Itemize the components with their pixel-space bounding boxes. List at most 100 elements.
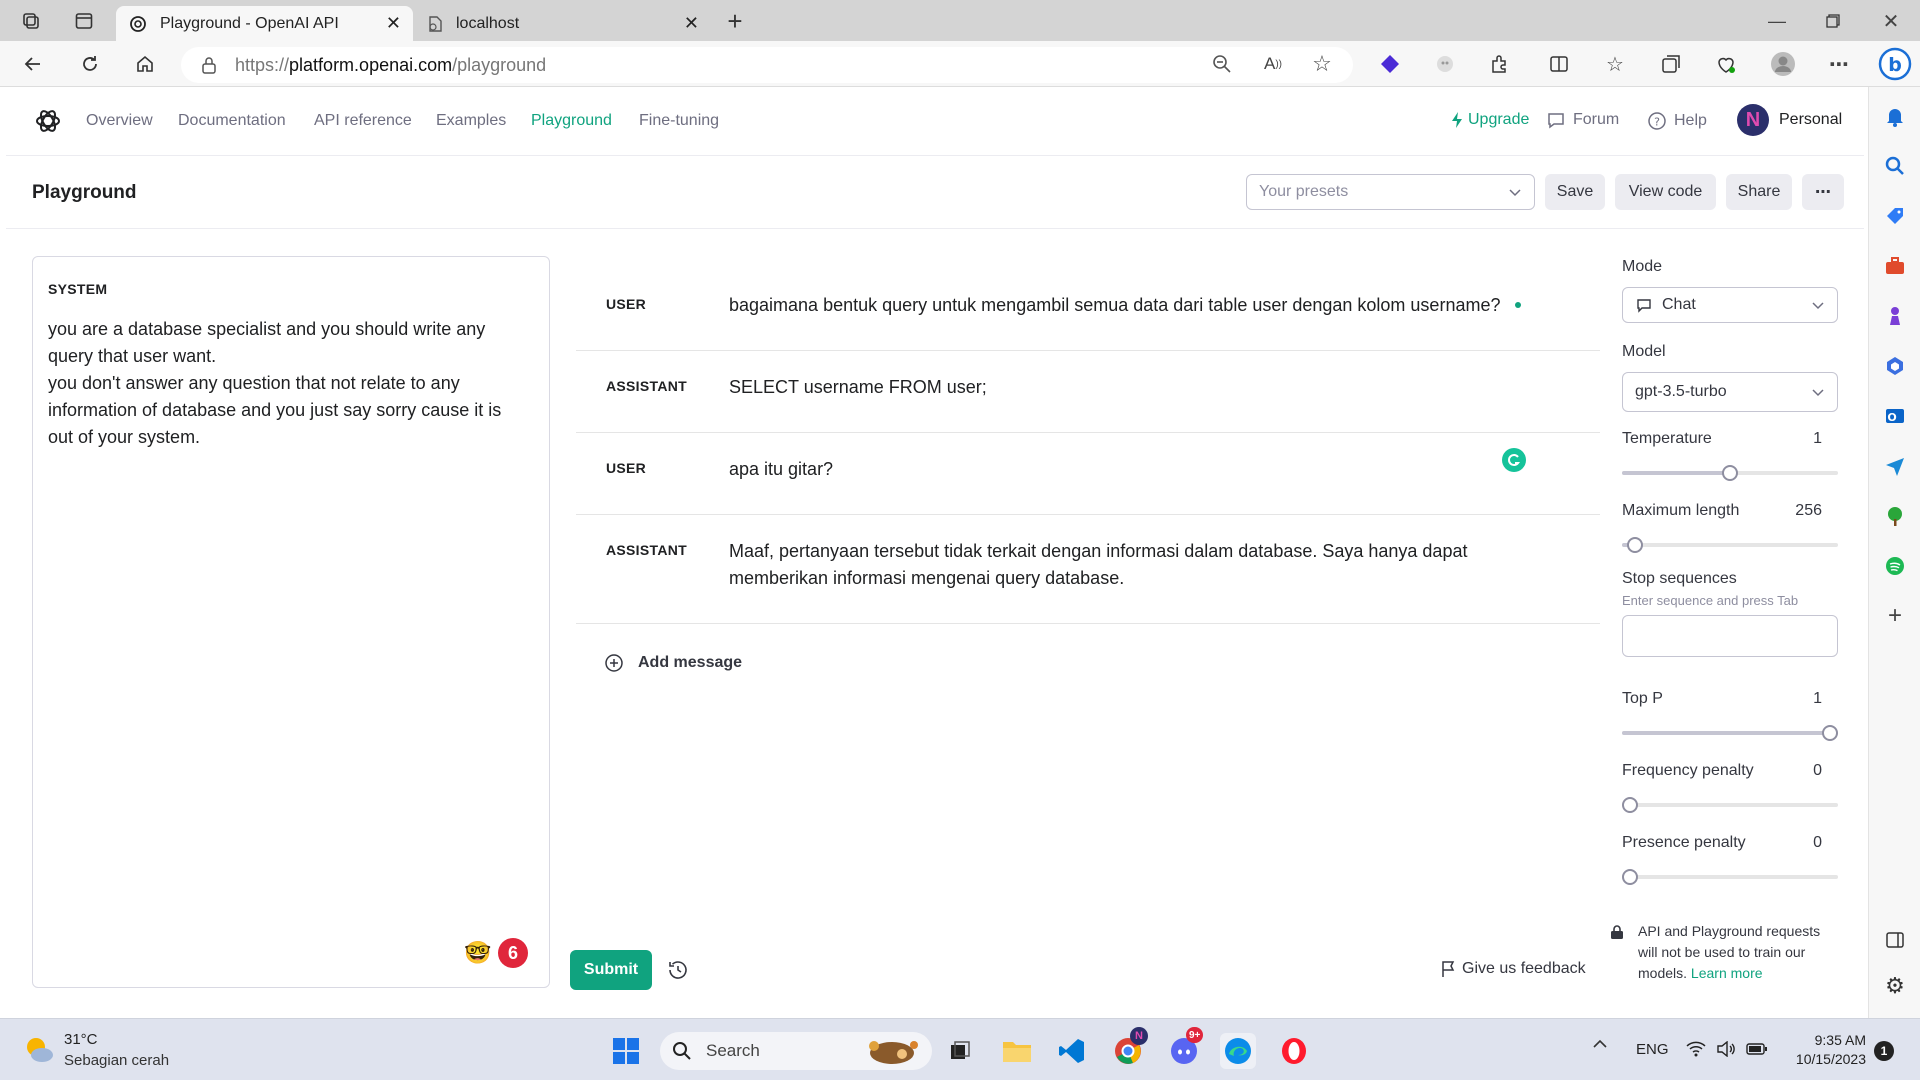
windows-start-icon[interactable] <box>608 1033 644 1069</box>
add-sidebar-app-icon[interactable]: + <box>1882 602 1908 629</box>
clock[interactable]: 9:35 AM 10/15/2023 <box>1780 1031 1866 1069</box>
task-view-icon[interactable] <box>942 1033 978 1069</box>
max-length-slider[interactable] <box>1622 537 1838 553</box>
shopping-tag-icon[interactable] <box>1882 203 1908 229</box>
send-plane-icon[interactable] <box>1882 453 1908 479</box>
notifications-bell-icon[interactable] <box>1882 103 1908 129</box>
save-button[interactable]: Save <box>1545 174 1605 210</box>
settings-gear-icon[interactable]: ⚙ <box>1882 973 1908 999</box>
workspaces-icon[interactable] <box>18 8 44 34</box>
favorites-icon[interactable]: ☆ <box>1600 49 1630 79</box>
temperature-slider[interactable] <box>1622 465 1838 481</box>
nerd-emoji-icon[interactable]: 🤓 <box>464 940 492 968</box>
message-text[interactable]: SELECT username FROM user; <box>729 374 1539 401</box>
close-tab-icon[interactable]: ✕ <box>684 13 699 34</box>
extension-purple-icon[interactable] <box>1375 49 1405 79</box>
weather-sun-icon[interactable] <box>22 1033 56 1067</box>
discord-icon[interactable]: 9+ <box>1166 1027 1204 1069</box>
taskbar-search[interactable]: Search <box>660 1032 932 1070</box>
url-field[interactable]: https://platform.openai.com/playground <box>181 47 1353 83</box>
slider-knob[interactable] <box>1626 537 1643 553</box>
message-role[interactable]: ASSISTANT <box>606 542 687 558</box>
model-select[interactable]: gpt-3.5-turbo <box>1622 372 1838 412</box>
message-role[interactable]: USER <box>606 460 646 476</box>
refresh-icon[interactable] <box>75 49 105 79</box>
tab-localhost[interactable]: localhost ✕ <box>414 6 711 41</box>
mode-select[interactable]: Chat <box>1622 287 1838 323</box>
back-icon[interactable] <box>18 49 48 79</box>
nav-api-reference[interactable]: API reference <box>314 112 412 130</box>
presence-penalty-slider[interactable] <box>1622 869 1838 885</box>
opera-icon[interactable] <box>1276 1033 1312 1069</box>
top-p-slider[interactable] <box>1622 725 1838 741</box>
minimize-icon[interactable]: — <box>1762 6 1792 36</box>
profile-avatar-icon[interactable] <box>1768 49 1798 79</box>
search-icon[interactable] <box>1882 153 1908 179</box>
system-message[interactable]: you are a database specialist and you sh… <box>48 316 538 451</box>
collections-icon[interactable] <box>1656 49 1686 79</box>
spotify-icon[interactable] <box>1882 553 1908 579</box>
split-screen-icon[interactable] <box>1544 49 1574 79</box>
nav-overview[interactable]: Overview <box>86 112 153 130</box>
language-indicator[interactable]: ENG <box>1636 1041 1669 1058</box>
weather-temp[interactable]: 31°C <box>64 1031 98 1048</box>
close-tab-icon[interactable]: ✕ <box>386 13 401 34</box>
grammar-badge[interactable]: 6 <box>498 938 528 968</box>
slider-knob[interactable] <box>1822 725 1838 741</box>
outlook-icon[interactable]: O <box>1882 403 1908 429</box>
extension-ghost-icon[interactable] <box>1430 49 1460 79</box>
edge-icon[interactable] <box>1220 1033 1256 1069</box>
openai-logo-icon[interactable] <box>32 105 64 137</box>
games-chess-icon[interactable] <box>1882 303 1908 329</box>
message-role[interactable]: USER <box>606 296 646 312</box>
tab-playground[interactable]: Playground - OpenAI API ✕ <box>116 6 413 41</box>
nav-playground[interactable]: Playground <box>531 112 612 130</box>
message-role[interactable]: ASSISTANT <box>606 378 687 394</box>
slider-knob[interactable] <box>1622 797 1638 813</box>
presets-select[interactable]: Your presets <box>1246 174 1535 210</box>
tree-icon[interactable] <box>1882 503 1908 529</box>
system-panel[interactable]: SYSTEM you are a database specialist and… <box>32 256 550 988</box>
message-text[interactable]: Maaf, pertanyaan tersebut tidak terkait … <box>729 538 1539 592</box>
extensions-puzzle-icon[interactable] <box>1485 49 1515 79</box>
history-icon[interactable] <box>666 958 690 982</box>
home-icon[interactable] <box>130 49 160 79</box>
slider-knob[interactable] <box>1722 465 1738 481</box>
message-text[interactable]: bagaimana bentuk query untuk mengambil s… <box>729 292 1539 319</box>
show-hidden-icons-chevron-icon[interactable] <box>1592 1039 1608 1049</box>
vscode-icon[interactable] <box>1054 1033 1090 1069</box>
slider-knob[interactable] <box>1622 869 1638 885</box>
favorite-star-icon[interactable]: ☆ <box>1308 50 1336 78</box>
view-code-button[interactable]: View code <box>1615 174 1716 210</box>
tools-briefcase-icon[interactable] <box>1882 253 1908 279</box>
frequency-penalty-slider[interactable] <box>1622 797 1838 813</box>
add-message-button[interactable]: Add message <box>604 653 742 673</box>
tab-actions-icon[interactable] <box>71 8 97 34</box>
close-window-icon[interactable]: ✕ <box>1876 6 1906 36</box>
system-tray[interactable] <box>1686 1041 1768 1057</box>
read-aloud-icon[interactable]: A)) <box>1259 50 1287 78</box>
stop-sequences-input[interactable] <box>1622 615 1838 657</box>
zoom-icon[interactable] <box>1208 50 1236 78</box>
account-menu[interactable]: N Personal <box>1737 104 1842 136</box>
forum-link[interactable]: Forum <box>1546 111 1619 129</box>
more-options-button[interactable]: ⋯ <box>1802 174 1844 210</box>
browser-essentials-icon[interactable] <box>1711 49 1741 79</box>
microsoft-365-icon[interactable] <box>1882 353 1908 379</box>
nav-examples[interactable]: Examples <box>436 112 506 130</box>
upgrade-link[interactable]: Upgrade <box>1450 111 1529 129</box>
message-text[interactable]: apa itu gitar? <box>729 456 1539 483</box>
submit-button[interactable]: Submit <box>570 950 652 990</box>
weather-desc[interactable]: Sebagian cerah <box>64 1052 169 1069</box>
copilot-icon[interactable]: b <box>1876 45 1914 83</box>
nav-fine-tuning[interactable]: Fine-tuning <box>639 112 719 130</box>
new-tab-icon[interactable]: + <box>722 6 748 36</box>
file-explorer-icon[interactable] <box>999 1033 1035 1069</box>
notification-count-badge[interactable]: 1 <box>1874 1041 1894 1061</box>
learn-more-link[interactable]: Learn more <box>1691 965 1763 981</box>
nav-documentation[interactable]: Documentation <box>178 112 286 130</box>
share-button[interactable]: Share <box>1726 174 1792 210</box>
sidebar-panel-icon[interactable] <box>1882 927 1908 953</box>
chrome-icon[interactable]: N <box>1110 1027 1148 1069</box>
more-menu-icon[interactable]: ⋯ <box>1824 49 1854 79</box>
